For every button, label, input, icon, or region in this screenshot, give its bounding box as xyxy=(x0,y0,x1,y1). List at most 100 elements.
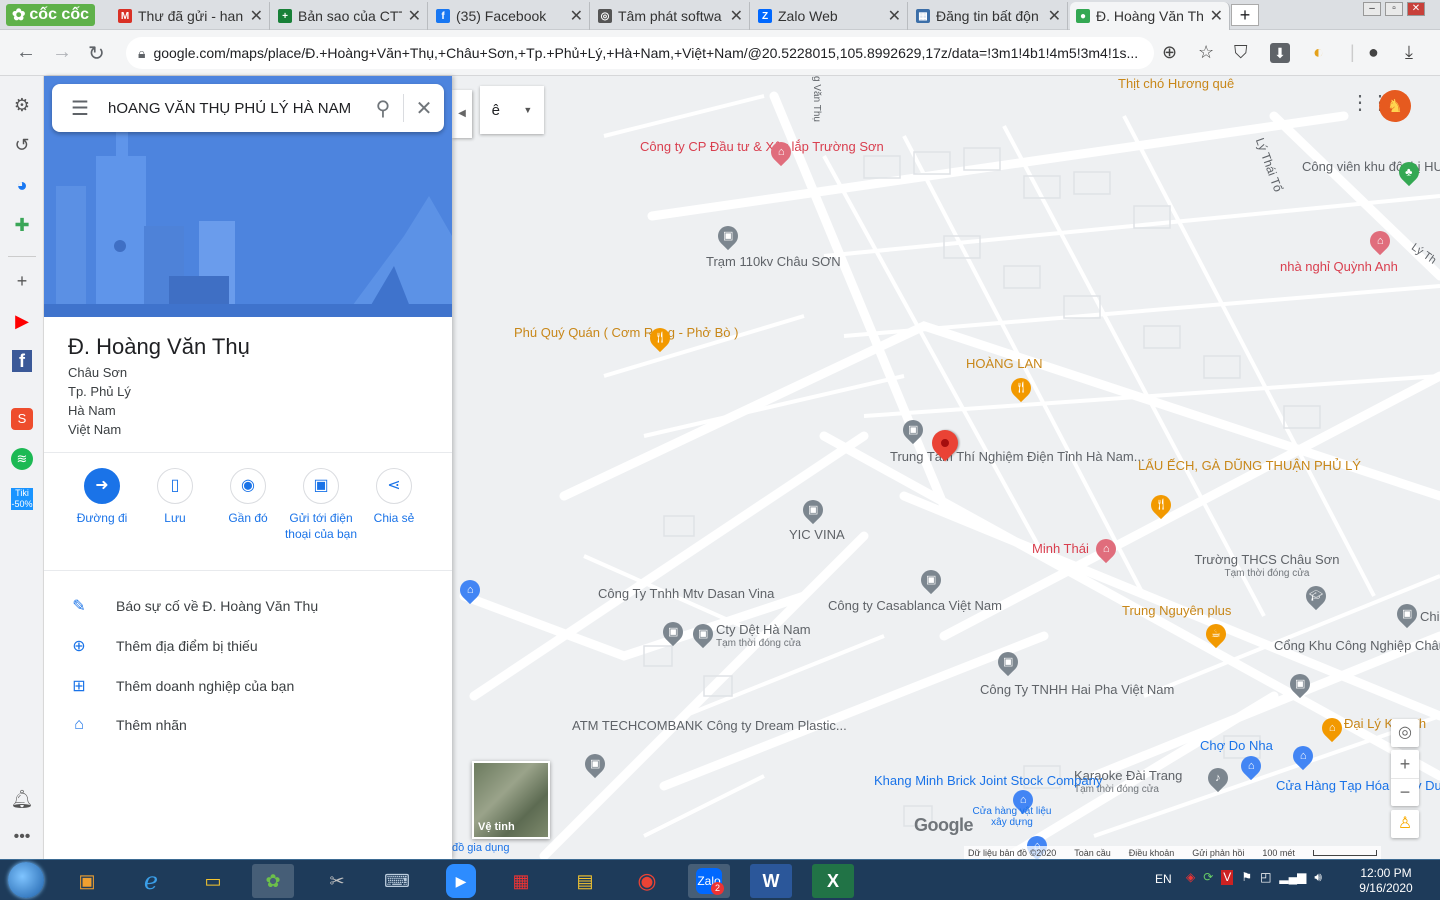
media-player-icon[interactable]: ▣ xyxy=(66,864,108,898)
messenger-icon[interactable]: ◕ xyxy=(10,174,34,196)
game-icon[interactable]: ✚ xyxy=(10,214,34,236)
close-tab-icon[interactable]: ✕ xyxy=(408,6,421,26)
close-tab-icon[interactable]: ✕ xyxy=(888,6,901,26)
more-icon[interactable]: ••• xyxy=(10,826,34,848)
close-tab-icon[interactable]: ✕ xyxy=(250,6,263,26)
computer-icon[interactable]: ⌨ xyxy=(376,864,418,898)
profile-icon[interactable]: ● xyxy=(1368,42,1379,63)
close-tab-icon[interactable]: ✕ xyxy=(570,6,583,26)
terms-link[interactable]: Điều khoản xyxy=(1129,848,1175,858)
address-bar[interactable]: 🔒︎ google.com/maps/place/Đ.+Hoàng+Văn+Th… xyxy=(126,37,1154,69)
poi-group[interactable]: Trường THCS Châu Sơn Tạm thời đóng cửa xyxy=(1192,552,1342,579)
share-action-button[interactable]: ⋖ Chia sẻ xyxy=(357,468,431,526)
start-button[interactable] xyxy=(8,862,44,898)
browser-tab[interactable]: ● Đ. Hoàng Văn Th ✕ xyxy=(1070,2,1230,30)
poi-label[interactable]: Minh Thái xyxy=(1032,541,1089,557)
send-to-phone-action-button[interactable]: ▣ Gửi tới điện thoại của bạn xyxy=(284,468,358,542)
browser-tab[interactable]: Z Zalo Web ✕ xyxy=(752,2,908,30)
poi-label[interactable]: HOÀNG LAN xyxy=(966,356,1043,372)
poi-label[interactable]: Công ty CP Đầu tư & Xây lắp Trường Sơn xyxy=(640,139,884,155)
input-tools-button[interactable]: ê ▼ xyxy=(480,86,544,134)
youtube-icon[interactable]: ▶ xyxy=(10,310,34,332)
add-icon[interactable]: ⊕ xyxy=(1162,42,1177,63)
facebook-icon[interactable]: f xyxy=(12,350,32,372)
poi-label[interactable]: Cổng Khu Công Nghiệp Châu Sơn xyxy=(1274,638,1440,654)
poi-label[interactable]: Trạm 110kv Châu SƠN xyxy=(706,254,841,270)
download-arrow-icon[interactable]: ⬇ xyxy=(1270,43,1290,63)
internet-explorer-icon[interactable]: ℯ xyxy=(130,864,172,898)
globe-link[interactable]: Toàn cầu xyxy=(1074,848,1111,858)
history-icon[interactable]: ↺ xyxy=(10,134,34,156)
poi-label[interactable]: Công ty Casablanca Việt Nam xyxy=(828,598,1002,614)
coccoc-extension-icon[interactable]: ◐ xyxy=(1313,42,1324,63)
poi-label[interactable]: đồ gia dụng xyxy=(452,840,510,856)
reload-icon[interactable]: ↻ xyxy=(88,41,105,66)
maximize-button[interactable]: ▫ xyxy=(1385,2,1403,16)
add-shortcut-icon[interactable]: + xyxy=(10,270,34,292)
search-box[interactable]: ☰ hOANG VĂN THỤ PHỦ LÝ HÀ NAM ⚲ ✕ xyxy=(52,84,444,132)
back-icon[interactable]: ← xyxy=(16,41,36,64)
browser-tab[interactable]: f (35) Facebook ✕ xyxy=(430,2,590,30)
avatar[interactable]: ♞ xyxy=(1379,90,1411,122)
map-data-credit[interactable]: Dữ liệu bản đồ ©2020 xyxy=(968,848,1056,858)
close-icon[interactable]: ✕ xyxy=(404,96,444,121)
file-explorer-icon[interactable]: ▭ xyxy=(192,864,234,898)
tray-app-icon[interactable]: ◰ xyxy=(1260,870,1271,885)
panel-link-row[interactable]: ✎ Báo sự cố về Đ. Hoàng Văn Thụ xyxy=(68,596,318,616)
poi-label[interactable]: Khang Minh Brick Joint Stock Company xyxy=(874,773,1102,789)
menu-icon[interactable]: ☰ xyxy=(52,96,108,121)
forward-icon[interactable]: → xyxy=(52,41,72,64)
satellite-layer-toggle[interactable]: Vệ tinh xyxy=(472,761,550,839)
poi-label[interactable]: Chợ Do Nha xyxy=(1200,738,1273,754)
tiki-icon[interactable]: Tiki -50% xyxy=(11,488,33,510)
browser-tab[interactable]: M Thư đã gửi - han ✕ xyxy=(112,2,270,30)
poi-label[interactable]: Cửa Hàng Tạp Hóa Thủy Dung xyxy=(1276,778,1440,794)
bell-icon[interactable]: 🔔︎ xyxy=(10,788,34,810)
panel-link-row[interactable]: ⊞ Thêm doanh nghiệp của bạn xyxy=(68,676,294,696)
coccoc-logo[interactable]: ✿ cốc cốc xyxy=(6,4,95,26)
poi-label[interactable]: Phú Quý Quán ( Cơm Rang - Phở Bò ) xyxy=(514,325,738,341)
browser-tab[interactable]: + Bản sao của CTT ✕ xyxy=(272,2,428,30)
settings-icon[interactable]: ⚙ xyxy=(10,94,34,116)
feedback-link[interactable]: Gửi phản hồi xyxy=(1192,848,1244,858)
poi-label[interactable]: Công Ty Tnhh Mtv Dasan Vina xyxy=(598,586,774,602)
zoom-in-button[interactable]: + xyxy=(1391,750,1419,778)
star-icon[interactable]: ☆ xyxy=(1198,42,1214,63)
zalo-taskbar-icon[interactable]: Zalo 2 xyxy=(688,864,730,898)
poi-label[interactable]: LẨU ẾCH, GÀ DŨNG THUẬN PHỦ LÝ xyxy=(1138,458,1361,474)
new-tab-button[interactable]: + xyxy=(1231,4,1259,26)
directions-action-button[interactable]: ➜ Đường đi xyxy=(65,468,139,526)
app-icon[interactable]: ▦ xyxy=(500,864,542,898)
poi-label[interactable]: YIC VINA xyxy=(789,527,845,543)
zoom-out-button[interactable]: − xyxy=(1391,778,1419,806)
poi-label[interactable]: Chi xyxy=(1420,609,1440,625)
flag-icon[interactable]: ⚑ xyxy=(1241,870,1252,885)
word-icon[interactable]: W xyxy=(750,864,792,898)
shopee-icon[interactable]: S xyxy=(11,408,33,430)
chrome-icon[interactable]: ◉ xyxy=(626,864,668,898)
poi-label[interactable]: Công Ty TNHH Hai Pha Việt Nam xyxy=(980,682,1174,698)
poi-label[interactable]: Cửa hàng vật liệu xây dựng xyxy=(972,806,1052,828)
coccoc-taskbar-icon[interactable]: ✿ xyxy=(252,864,294,898)
excel-icon[interactable]: X xyxy=(812,864,854,898)
panel-link-row[interactable]: ⌂ Thêm nhãn xyxy=(68,716,187,734)
close-tab-icon[interactable]: ✕ xyxy=(1210,6,1223,26)
snipping-tool-icon[interactable]: ✂ xyxy=(316,864,358,898)
search-icon[interactable]: ⚲ xyxy=(363,96,403,121)
close-tab-icon[interactable]: ✕ xyxy=(1048,6,1061,26)
collapse-panel-button[interactable]: ◀ xyxy=(452,90,472,138)
tray-app-icon[interactable]: ◈ xyxy=(1186,870,1195,885)
close-tab-icon[interactable]: ✕ xyxy=(730,6,743,26)
clock[interactable]: 12:00 PM 9/16/2020 xyxy=(1346,866,1426,896)
close-window-button[interactable]: ✕ xyxy=(1407,2,1425,16)
poi-label[interactable]: Trung Tâm Thí Nghiệm Điện Tỉnh Hà Nam... xyxy=(890,449,1145,465)
signal-icon[interactable]: ▂▄▆ xyxy=(1279,870,1306,885)
panel-link-row[interactable]: ⊕ Thêm địa điểm bị thiếu xyxy=(68,636,257,656)
spotify-icon[interactable]: ≋ xyxy=(11,448,33,470)
tray-sync-icon[interactable]: ⟳ xyxy=(1203,870,1213,885)
poi-label[interactable]: ATM TECHCOMBANK Công ty Dream Plastic... xyxy=(572,718,847,734)
pegman-icon[interactable]: ♙ xyxy=(1391,810,1419,838)
folder-icon[interactable]: ▤ xyxy=(564,864,606,898)
downloads-icon[interactable]: ⤓ xyxy=(1405,42,1413,63)
poi-group[interactable]: Cty Dệt Hà Nam Tạm thời đóng cửa xyxy=(716,622,811,649)
